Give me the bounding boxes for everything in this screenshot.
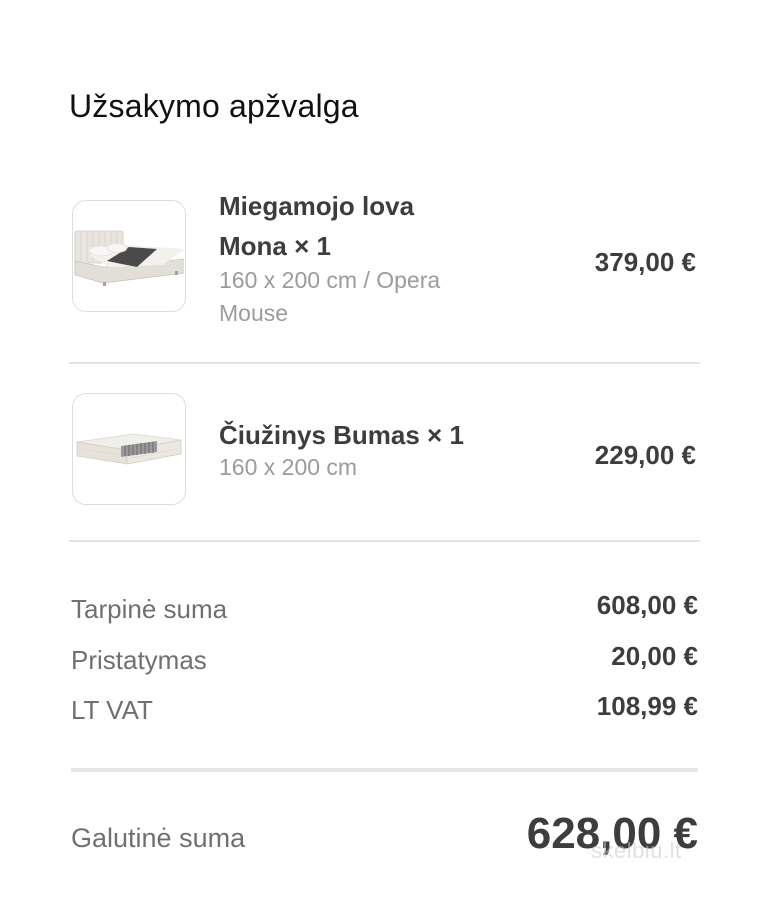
subtotal-row: Tarpinė suma 608,00 € xyxy=(71,590,698,630)
page-title: Užsakymo apžvalga xyxy=(69,88,359,124)
item-name: Čiužinys Bumas × 1 xyxy=(219,420,464,450)
watermark-logo: skelbiu.lt xyxy=(591,838,682,863)
item-variant: 160 x 200 cm xyxy=(219,454,358,480)
divider xyxy=(69,540,700,542)
order-item-bed: Miegamojo lova Mona × 1 160 x 200 cm / O… xyxy=(72,191,700,326)
subtotal-value: 608,00 € xyxy=(596,590,698,620)
total-label: Galutinė suma xyxy=(71,823,246,853)
shipping-value: 20,00 € xyxy=(611,641,698,671)
item-variant-cont: Mouse xyxy=(219,300,289,326)
shipping-label: Pristatymas xyxy=(71,645,207,675)
vat-row: LT VAT 108,99 € xyxy=(71,691,698,731)
subtotal-label: Tarpinė suma xyxy=(71,594,228,624)
item-variant: 160 x 200 cm / Opera xyxy=(219,267,441,293)
item-price: 229,00 € xyxy=(594,440,696,470)
item-details: Čiužinys Bumas × 1 160 x 200 cm xyxy=(219,415,559,484)
vat-value: 108,99 € xyxy=(596,691,698,721)
divider xyxy=(69,362,700,364)
item-name: Miegamojo lova xyxy=(219,191,415,221)
total-divider xyxy=(71,768,698,772)
bed-image xyxy=(72,200,186,312)
mattress-image xyxy=(72,393,186,505)
item-price: 379,00 € xyxy=(594,247,696,277)
item-details: Miegamojo lova Mona × 1 160 x 200 cm / O… xyxy=(219,186,519,330)
vat-label: LT VAT xyxy=(71,695,153,725)
item-name-cont: Mona × 1 xyxy=(219,231,331,261)
shipping-row: Pristatymas 20,00 € xyxy=(71,641,698,681)
order-item-mattress: Čiužinys Bumas × 1 160 x 200 cm 229,00 € xyxy=(72,393,700,509)
